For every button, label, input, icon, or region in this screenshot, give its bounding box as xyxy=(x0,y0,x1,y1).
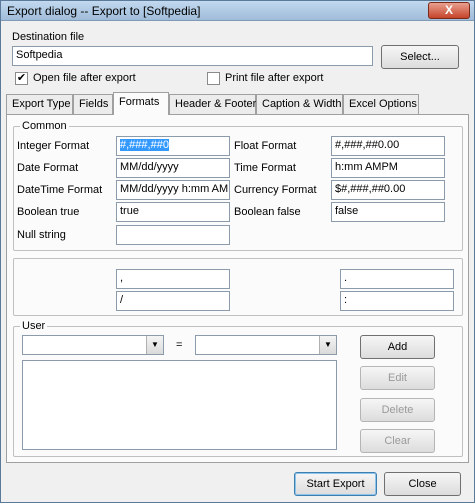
tab-fields[interactable]: Fields xyxy=(73,94,113,114)
user-left-combo[interactable]: ▼ xyxy=(22,335,164,355)
export-dialog-window: Export dialog -- Export to [Softpedia] X… xyxy=(0,0,475,503)
tab-header-footer[interactable]: Header & Footer xyxy=(169,94,256,114)
float-format-label: Float Format xyxy=(234,140,297,152)
common-group-title: Common xyxy=(20,120,69,132)
title-bar: Export dialog -- Export to [Softpedia] X xyxy=(1,1,474,21)
user-formats-list[interactable] xyxy=(22,360,337,450)
boolean-false-input[interactable]: false xyxy=(331,202,445,222)
separator-left-top-input[interactable]: , xyxy=(116,269,230,289)
open-after-export-checkbox[interactable]: ✔ xyxy=(15,72,28,85)
window-title: Export dialog -- Export to [Softpedia] xyxy=(7,4,201,18)
boolean-false-label: Boolean false xyxy=(234,206,301,218)
edit-button[interactable]: Edit xyxy=(360,366,435,390)
delete-button[interactable]: Delete xyxy=(360,398,435,422)
open-after-export-label: Open file after export xyxy=(33,72,136,84)
float-format-input[interactable]: #,###,##0.00 xyxy=(331,136,445,156)
user-right-combo[interactable]: ▼ xyxy=(195,335,337,355)
time-format-label: Time Format xyxy=(234,162,296,174)
boolean-true-label: Boolean true xyxy=(17,206,80,218)
chevron-down-icon: ▼ xyxy=(146,336,163,354)
separator-left-bottom-input[interactable]: / xyxy=(116,291,230,311)
tab-caption-width[interactable]: Caption & Width xyxy=(256,94,343,114)
tab-export-type[interactable]: Export Type xyxy=(6,94,73,114)
clear-button[interactable]: Clear xyxy=(360,429,435,453)
user-group-title: User xyxy=(20,320,48,332)
destination-file-input[interactable]: Softpedia xyxy=(12,46,373,66)
integer-format-input[interactable]: #,###,##0 xyxy=(116,136,230,156)
print-after-export-checkbox[interactable] xyxy=(207,72,220,85)
select-file-button[interactable]: Select... xyxy=(381,45,459,69)
datetime-format-input[interactable]: MM/dd/yyyy h:mm AMI xyxy=(116,180,230,200)
integer-format-label: Integer Format xyxy=(17,140,90,152)
add-button[interactable]: Add xyxy=(360,335,435,359)
boolean-true-input[interactable]: true xyxy=(116,202,230,222)
date-format-input[interactable]: MM/dd/yyyy xyxy=(116,158,230,178)
null-string-input[interactable] xyxy=(116,225,230,245)
null-string-label: Null string xyxy=(17,229,66,241)
tab-formats[interactable]: Formats xyxy=(113,92,169,115)
separator-right-bottom-input[interactable]: : xyxy=(340,291,454,311)
currency-format-input[interactable]: $#,###,##0.00 xyxy=(331,180,445,200)
datetime-format-label: DateTime Format xyxy=(17,184,103,196)
print-after-export-label: Print file after export xyxy=(225,72,324,84)
equals-sign: = xyxy=(176,339,183,351)
chevron-down-icon: ▼ xyxy=(319,336,336,354)
time-format-input[interactable]: h:mm AMPM xyxy=(331,158,445,178)
start-export-button[interactable]: Start Export xyxy=(294,472,377,496)
destination-file-label: Destination file xyxy=(12,31,85,43)
formats-tab-panel: Common Integer Format #,###,##0 Float Fo… xyxy=(6,114,469,463)
separator-right-top-input[interactable]: . xyxy=(340,269,454,289)
tab-excel-options[interactable]: Excel Options xyxy=(343,94,419,114)
close-button[interactable]: Close xyxy=(384,472,461,496)
window-close-icon[interactable]: X xyxy=(428,2,470,19)
currency-format-label: Currency Format xyxy=(234,184,317,196)
integer-format-value: #,###,##0 xyxy=(120,139,169,151)
date-format-label: Date Format xyxy=(17,162,79,174)
